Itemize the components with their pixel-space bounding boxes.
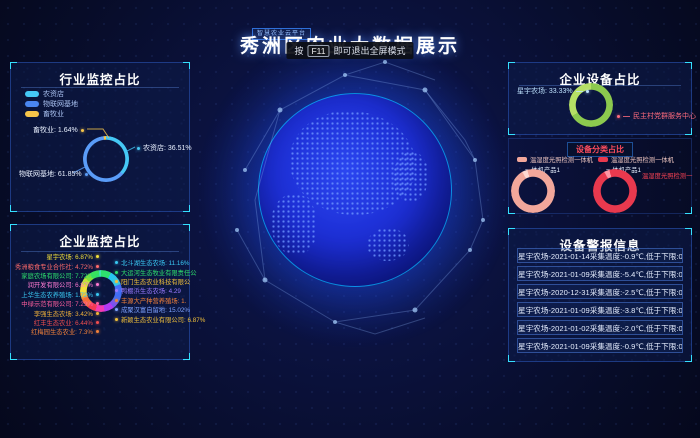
chart-label: 红梅园生态农业: 7.3% bbox=[13, 327, 99, 336]
label-dot bbox=[115, 318, 118, 321]
panel-enterprise-ratio: 企业监控占比 星宇农场: 6.87% 秀洲粮食专业合作社: 4.72% 家庭农场… bbox=[10, 224, 190, 360]
chart-label: 润开发有限公司: 6.87% bbox=[13, 280, 99, 289]
corner-accent bbox=[508, 128, 515, 135]
chart-label: 中绿示范有限公司: 7.29% bbox=[13, 299, 99, 308]
chart-label: 丰源大产种营养殖场: 1. bbox=[115, 296, 205, 305]
legend-swatch bbox=[517, 157, 527, 162]
alarm-row: 星宇农场-2021-01-09采集温度:-0.9℃,低于下限:0℃ bbox=[517, 338, 683, 353]
callout-lines bbox=[11, 63, 191, 213]
label-dot bbox=[96, 293, 99, 296]
panel-title: 企业监控占比 bbox=[11, 231, 189, 250]
globe-continent bbox=[271, 194, 317, 255]
label-dot bbox=[96, 265, 99, 268]
chart-callout: 星宇农场: 33.33% bbox=[517, 86, 589, 96]
corner-accent bbox=[685, 128, 692, 135]
chart-label: 北斗湖生态农场: 11.16% bbox=[115, 258, 205, 267]
label-dot bbox=[617, 115, 620, 118]
label-dot bbox=[96, 283, 99, 286]
chart-label: 秀洲粮食专业合作社: 4.72% bbox=[13, 261, 99, 270]
corner-accent bbox=[685, 62, 692, 69]
panel-device-ratio: 企业设备占比 星宇农场: 33.33% 民主村党群服务中心 bbox=[508, 62, 692, 135]
corner-accent bbox=[508, 355, 515, 362]
panel-industry-ratio: 行业监控占比 农资店 物联网基地 畜牧业 畜牧业: 1.64% 农资店: 36.… bbox=[10, 62, 190, 212]
label-dot bbox=[96, 312, 99, 315]
chart-legend[interactable]: 温湿度光照检测一体机 bbox=[598, 155, 674, 164]
corner-accent bbox=[685, 228, 692, 235]
fullscreen-hint: 按 F11 即可退出全屏模式 bbox=[286, 42, 413, 59]
chart-label: 鸭棚浜生态农场: 4.29 bbox=[115, 286, 205, 295]
class-donut-left[interactable] bbox=[511, 169, 555, 213]
chart-legend[interactable]: 温湿度光照检测一体机 bbox=[517, 155, 593, 164]
label-dot bbox=[586, 90, 589, 93]
chart-label: 星宇农场: 6.87% bbox=[13, 252, 99, 261]
corner-accent bbox=[183, 353, 190, 360]
corner-accent bbox=[10, 353, 17, 360]
chart-callout: 民主村党群服务中心 bbox=[617, 111, 696, 121]
chart-label: 成聚汉富自留地: 15.02% bbox=[115, 305, 205, 314]
corner-accent bbox=[508, 228, 515, 235]
chart-label: 大运河生态牧业有限责任公 bbox=[115, 267, 205, 276]
corner-accent bbox=[508, 207, 515, 214]
f11-keycap: F11 bbox=[307, 45, 329, 57]
label-dot bbox=[115, 261, 118, 264]
alarm-row: 星宇农场-2021-01-09采集温度:-5.4℃,低于下限:0℃ bbox=[517, 266, 683, 281]
legend-label: 温湿度光照检测一体机 bbox=[530, 155, 593, 164]
chart-callout: 物联网基地: 61.85% bbox=[19, 169, 88, 179]
dashboard: 智慧农业云平台 秀洲区农业大数据展示 按 F11 即可退出全屏模式 行业监控占比… bbox=[0, 0, 700, 438]
globe-visualization bbox=[258, 93, 452, 287]
alarm-row: 星宇农场-2021-01-14采集温度:-0.9℃,低于下限:0℃ bbox=[517, 248, 683, 263]
label-dot bbox=[96, 274, 99, 277]
leader-line bbox=[623, 116, 630, 117]
chart-label: 李强生态农场: 3.42% bbox=[13, 308, 99, 317]
corner-accent bbox=[183, 224, 190, 231]
legend-label: 温湿度光照检测一体机 bbox=[611, 155, 674, 164]
label-dot bbox=[96, 302, 99, 305]
globe-continent bbox=[367, 228, 409, 261]
leader-line bbox=[576, 91, 583, 92]
label-dot bbox=[137, 147, 140, 150]
hint-prefix: 按 bbox=[294, 44, 303, 57]
class-donut-right[interactable] bbox=[593, 169, 637, 213]
chart-callout: 农资店: 36.51% bbox=[137, 143, 192, 153]
corner-accent bbox=[508, 62, 515, 69]
label-dot bbox=[96, 330, 99, 333]
label-dot bbox=[115, 280, 118, 283]
label-dot bbox=[96, 255, 99, 258]
chart-callout: 温湿度光照检测一 bbox=[642, 171, 692, 180]
panel-device-classification: 设备分类占比 温湿度光照检测一体机 一体机产品1 温湿度光照检测一体机 一体机产… bbox=[508, 138, 692, 214]
chart-callout: 畜牧业: 1.64% bbox=[33, 125, 84, 135]
corner-accent bbox=[10, 224, 17, 231]
label-dot bbox=[115, 299, 118, 302]
label-dot bbox=[115, 271, 118, 274]
label-dot bbox=[96, 321, 99, 324]
alarm-row: 星宇农场-2021-01-02采集温度:-2.0℃,低于下限:0℃ bbox=[517, 320, 683, 335]
enterprise-labels-left: 星宇农场: 6.87% 秀洲粮食专业合作社: 4.72% 家庭农场有限公司: 7… bbox=[13, 252, 99, 337]
hint-suffix: 即可退出全屏模式 bbox=[334, 44, 406, 57]
corner-accent bbox=[685, 207, 692, 214]
chart-label: 上华生态农养殖场: 1.72% bbox=[13, 290, 99, 299]
chart-label: 红丰生态农业: 6.44% bbox=[13, 318, 99, 327]
label-dot bbox=[81, 129, 84, 132]
panel-device-alarms: 设备警报信息 星宇农场-2021-01-14采集温度:-0.9℃,低于下限:0℃… bbox=[508, 228, 692, 362]
label-dot bbox=[115, 289, 118, 292]
chart-label: 新颖生态农业有限公司: 6.87% bbox=[115, 314, 205, 323]
enterprise-labels-right: 北斗湖生态农场: 11.16% 大运河生态牧业有限责任公 阳门生态农业科技有限公… bbox=[115, 258, 205, 324]
label-dot bbox=[85, 173, 88, 176]
legend-swatch bbox=[598, 157, 608, 162]
alarm-row: 星宇农场-2020-12-31采集温度:-2.5℃,低于下限:0℃ bbox=[517, 284, 683, 299]
chart-label: 家庭农场有限公司: 7.72% bbox=[13, 271, 99, 280]
corner-accent bbox=[685, 355, 692, 362]
alarm-row: 星宇农场-2021-01-09采集温度:-3.8℃,低于下限:0℃ bbox=[517, 302, 683, 317]
chart-label: 阳门生态农业科技有限公 bbox=[115, 277, 205, 286]
globe-continent bbox=[393, 152, 428, 202]
alarm-list: 星宇农场-2021-01-14采集温度:-0.9℃,低于下限:0℃ 星宇农场-2… bbox=[517, 248, 683, 356]
label-dot bbox=[115, 308, 118, 311]
